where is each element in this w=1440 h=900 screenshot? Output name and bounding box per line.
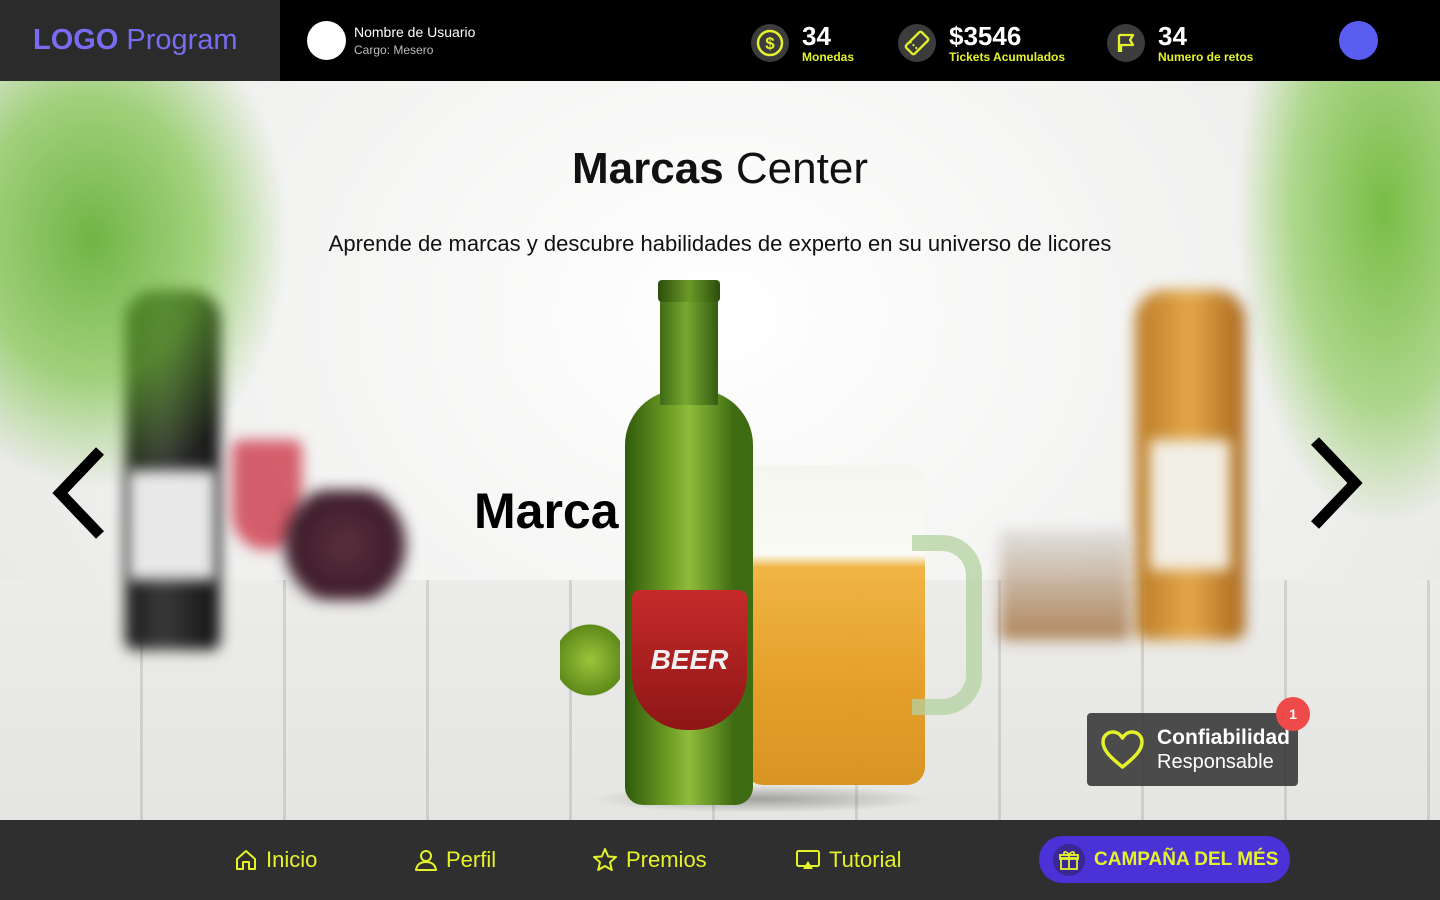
gift-icon	[1053, 843, 1085, 876]
top-bar: LOGO Program Nombre de Usuario Cargo: Me…	[0, 0, 1440, 81]
stat-tickets: $3546 Tickets Acumulados	[898, 22, 1065, 64]
chevron-right-icon	[1311, 437, 1363, 529]
nav-item-premios[interactable]: Premios	[592, 846, 707, 874]
nav-item-perfil[interactable]: Perfil	[414, 846, 496, 874]
product-image: BEER	[560, 280, 982, 820]
screen-icon	[796, 850, 820, 869]
page-subtitle: Aprende de marcas y descubre habilidades…	[328, 231, 1112, 256]
chevron-left-icon	[52, 447, 104, 539]
whisky-label-image	[1150, 440, 1230, 570]
previous-arrow-button[interactable]	[45, 443, 115, 543]
coins-label: Monedas	[802, 50, 855, 64]
nav-item-tutorial[interactable]: Tutorial	[795, 846, 902, 874]
svg-text:$: $	[765, 34, 775, 53]
retos-value: 34	[1158, 21, 1187, 51]
heart-icon	[1101, 729, 1144, 769]
nav-item-label: Premios	[626, 847, 707, 872]
retos-label: Numero de retos	[1158, 50, 1254, 64]
page-title-light: Center	[735, 144, 868, 193]
brand-name: Marca	[474, 483, 619, 539]
logo-strong-text: LOGO	[33, 24, 119, 56]
status-indicator[interactable]	[1339, 21, 1378, 60]
user-name: Nombre de Usuario	[354, 23, 476, 40]
page-title: Marcas Center	[0, 143, 1440, 195]
nav-item-label: Perfil	[446, 847, 497, 872]
campaign-label: CAMPAÑA DEL MÉS	[1094, 848, 1279, 870]
beer-bottle-neck	[660, 285, 718, 405]
stat-retos: 34 Numero de retos	[1107, 22, 1253, 64]
coins-value: 34	[802, 21, 831, 51]
user-role: Cargo: Mesero	[354, 42, 434, 57]
tickets-label: Tickets Acumulados	[949, 50, 1066, 64]
page-title-bold: Marcas	[572, 144, 724, 193]
nav-item-label: Tutorial	[829, 847, 902, 872]
beer-bottle-cap	[658, 280, 720, 302]
whisky-glass-image	[1000, 530, 1130, 640]
logo-light-text: Program	[126, 24, 238, 56]
flag-icon	[1107, 24, 1145, 62]
home-icon	[236, 850, 256, 870]
campaign-button[interactable]: CAMPAÑA DEL MÉS	[1039, 836, 1290, 883]
notification-badge: 1	[1276, 697, 1310, 731]
hop-decoration	[560, 620, 620, 700]
avatar[interactable]	[307, 21, 346, 60]
beer-mug	[745, 465, 925, 785]
ticket-icon	[898, 24, 936, 62]
bottom-navigation: Inicio Perfil Premios Tutorial CAMPAÑA D…	[0, 820, 1440, 900]
trust-title: Confiabilidad	[1157, 726, 1290, 749]
leaves-left-decoration	[0, 70, 290, 490]
tickets-value: $3546	[949, 21, 1022, 51]
confiabilidad-card[interactable]: Confiabilidad Responsable	[1087, 713, 1298, 786]
beer-mug-handle	[912, 535, 982, 715]
trust-subtitle: Responsable	[1157, 751, 1274, 773]
star-icon	[593, 848, 617, 871]
user-block[interactable]: Nombre de Usuario Cargo: Mesero	[307, 21, 475, 60]
next-arrow-button[interactable]	[1303, 433, 1373, 533]
nav-item-inicio[interactable]: Inicio	[234, 846, 317, 874]
beer-bottle-label: BEER	[632, 590, 747, 730]
logo[interactable]: LOGO Program	[0, 0, 280, 81]
grapes-image	[270, 490, 420, 600]
stat-coins: $ 34 Monedas	[751, 22, 854, 64]
nav-item-label: Inicio	[266, 847, 318, 872]
coin-icon: $	[751, 24, 789, 62]
user-icon	[415, 850, 437, 871]
